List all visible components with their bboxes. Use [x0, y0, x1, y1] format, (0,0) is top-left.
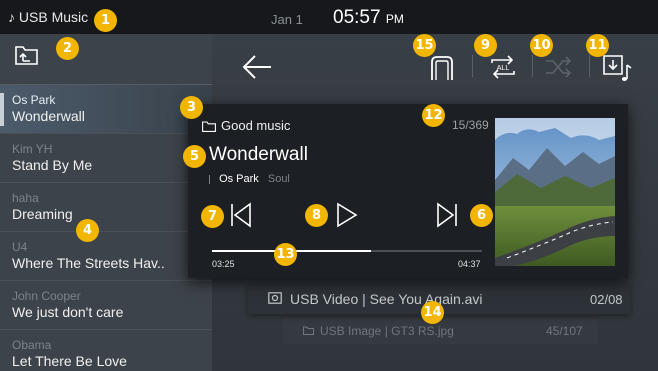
status-time: 05:57 PM: [333, 7, 404, 29]
source-indicator[interactable]: ♪ USB Music: [8, 9, 88, 25]
folder-icon: [202, 121, 216, 132]
time-current: 03:25: [212, 259, 235, 269]
time-total: 04:37: [458, 259, 481, 269]
track-list: Os Park Wonderwall Kim YH Stand By Me ha…: [0, 85, 212, 371]
list-item-title: We just don't care: [12, 304, 124, 320]
track-list-sidebar: Os Park Wonderwall Kim YH Stand By Me ha…: [0, 34, 212, 371]
list-item[interactable]: U4 Where The Streets Hav..: [0, 232, 212, 281]
annotation-badge: 7: [201, 205, 224, 228]
list-item-artist: Kim YH: [12, 142, 53, 156]
folder-up-icon[interactable]: [14, 42, 40, 66]
usb-image-count: 45/107: [546, 324, 583, 338]
active-indicator: [0, 93, 4, 126]
usb-image-label: USB Image | GT3 RS.jpg: [320, 324, 454, 338]
media-separator: |: [384, 324, 388, 338]
list-item[interactable]: Obama Let There Be Love: [0, 330, 212, 371]
annotation-badge: 12: [422, 104, 445, 127]
annotation-badge: 10: [530, 34, 553, 57]
annotation-badge: 9: [474, 34, 497, 57]
list-item-title: Stand By Me: [12, 157, 93, 173]
toolbar-divider: [589, 55, 590, 77]
source-label: USB Music: [18, 9, 89, 25]
annotation-badge: 4: [76, 219, 99, 242]
folder-name[interactable]: Good music: [221, 118, 290, 133]
media-type: USB Video: [290, 291, 359, 307]
track-position: 15/369: [452, 118, 489, 132]
usb-video-label: USB Video | See You Again.avi: [290, 291, 483, 307]
usb-image-row[interactable]: USB Image | GT3 RS.jpg 45/107: [283, 318, 598, 344]
annotation-badge: 15: [413, 34, 436, 57]
next-track-icon[interactable]: [436, 202, 458, 228]
song-artist: Os Park: [219, 173, 259, 185]
annotation-badge: 3: [180, 96, 203, 119]
now-playing-card: Good music 15/369 Wonderwall Os Park Sou…: [188, 104, 628, 278]
song-meta: Os Park Soul: [209, 173, 290, 185]
folder-icon: [303, 326, 314, 335]
media-separator: |: [362, 291, 366, 307]
list-item-title: Where The Streets Hav..: [12, 255, 165, 271]
music-note-icon: ♪: [8, 9, 15, 25]
previous-track-icon[interactable]: [230, 202, 252, 228]
annotation-badge: 14: [421, 301, 444, 324]
list-item[interactable]: haha Dreaming: [0, 183, 212, 232]
download-music-icon[interactable]: [600, 50, 634, 84]
list-item[interactable]: Kim YH Stand By Me: [0, 134, 212, 183]
album-art: [495, 118, 615, 266]
list-item-artist: haha: [12, 191, 39, 205]
meta-divider: [209, 174, 210, 184]
media-player-screen: ♪ USB Music Jan 1 05:57 PM Os Park Wonde…: [0, 0, 658, 371]
list-item-artist: Os Park: [12, 93, 56, 107]
media-type: USB Image: [320, 324, 382, 338]
list-item-title: Dreaming: [12, 206, 73, 222]
song-genre: Soul: [267, 173, 290, 185]
list-item-artist: John Cooper: [12, 289, 81, 303]
list-item-artist: U4: [12, 240, 28, 254]
play-icon[interactable]: [336, 202, 358, 228]
annotation-badge: 2: [56, 37, 79, 60]
video-icon: [268, 292, 282, 304]
repeat-mode-label: ALL: [497, 65, 510, 72]
clock-time: 05:57: [333, 7, 381, 28]
usb-video-count: 02/08: [590, 292, 623, 307]
status-date: Jan 1: [271, 12, 303, 27]
annotation-badge: 1: [94, 9, 117, 32]
list-item-title: Let There Be Love: [12, 353, 127, 369]
song-title: Wonderwall: [209, 144, 308, 165]
progress-bar[interactable]: [212, 250, 482, 252]
annotation-badge: 6: [470, 204, 493, 227]
annotation-badge: 13: [274, 243, 297, 266]
list-item[interactable]: John Cooper We just don't care: [0, 281, 212, 330]
toolbar-divider: [532, 55, 533, 77]
clock-ampm: PM: [385, 12, 404, 26]
toolbar-divider: [472, 55, 473, 77]
media-file: GT3 RS.jpg: [391, 324, 454, 338]
annotation-badge: 11: [586, 34, 609, 57]
list-item-artist: Obama: [12, 338, 52, 352]
annotation-badge: 5: [183, 145, 206, 168]
back-arrow-icon[interactable]: [240, 52, 274, 82]
annotation-badge: 8: [305, 204, 328, 227]
list-item-title: Wonderwall: [12, 108, 85, 124]
